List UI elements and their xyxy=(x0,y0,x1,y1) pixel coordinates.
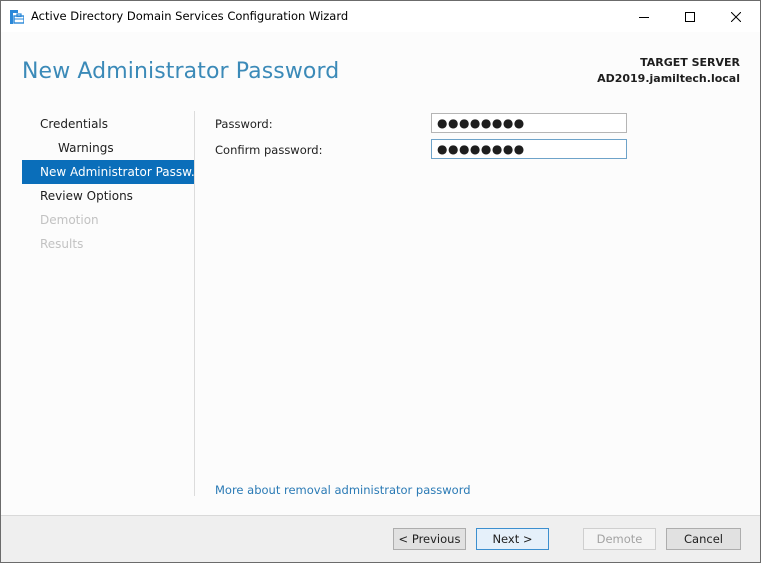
close-icon xyxy=(731,11,741,22)
nav-item-review-options[interactable]: Review Options xyxy=(22,184,194,208)
next-button[interactable]: Next > xyxy=(476,528,549,550)
wizard-content: Credentials Warnings New Administrator P… xyxy=(1,97,760,515)
target-server-value: AD2019.jamiltech.local xyxy=(597,72,740,85)
password-input[interactable]: ●●●●●●●● xyxy=(431,113,627,133)
previous-button[interactable]: < Previous xyxy=(393,528,466,550)
title-bar[interactable]: Active Directory Domain Services Configu… xyxy=(1,1,760,32)
nav-item-demotion: Demotion xyxy=(40,213,99,227)
nav-divider xyxy=(194,111,195,496)
nav-item-warnings[interactable]: Warnings xyxy=(22,136,194,160)
wizard-header: New Administrator Password TARGET SERVER… xyxy=(1,32,760,97)
target-server: TARGET SERVER AD2019.jamiltech.local xyxy=(597,55,740,87)
window-title: Active Directory Domain Services Configu… xyxy=(31,9,349,23)
nav-item-new-administrator-password[interactable]: New Administrator Passw... xyxy=(22,160,194,184)
minimize-icon xyxy=(639,16,649,18)
close-button[interactable] xyxy=(713,1,759,32)
confirm-password-label: Confirm password: xyxy=(215,143,323,157)
page-title: New Administrator Password xyxy=(22,59,340,84)
maximize-icon xyxy=(685,11,695,22)
wizard-steps-nav: Credentials Warnings New Administrator P… xyxy=(22,112,194,256)
minimize-button[interactable] xyxy=(621,1,667,32)
ad-ds-wizard-icon xyxy=(10,9,25,24)
wizard-window: Active Directory Domain Services Configu… xyxy=(0,0,761,563)
cancel-button[interactable]: Cancel xyxy=(666,528,741,550)
target-server-label: TARGET SERVER xyxy=(640,56,740,69)
help-link[interactable]: More about removal administrator passwor… xyxy=(215,483,471,497)
confirm-password-input[interactable]: ●●●●●●●● xyxy=(431,139,627,159)
demote-button: Demote xyxy=(583,528,656,550)
nav-item-credentials[interactable]: Credentials xyxy=(22,112,194,136)
password-label: Password: xyxy=(215,117,273,131)
nav-item-results: Results xyxy=(40,237,84,251)
maximize-button[interactable] xyxy=(667,1,713,32)
wizard-footer: < Previous Next > Demote Cancel xyxy=(1,515,760,562)
